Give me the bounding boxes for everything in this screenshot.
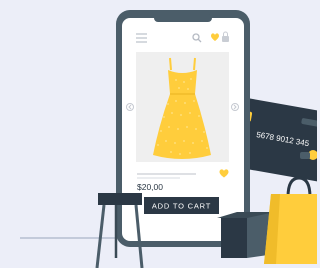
add-to-cart-label: ADD TO CART: [152, 202, 211, 211]
shopping-bag: [264, 176, 317, 264]
phone-notch: [154, 14, 212, 22]
add-to-cart-button[interactable]: ADD TO CART: [144, 197, 219, 214]
product-price: $20,00: [137, 182, 163, 192]
shopping-illustration: 5678 9012 345 $20,00 ADD TO CART: [20, 10, 317, 268]
